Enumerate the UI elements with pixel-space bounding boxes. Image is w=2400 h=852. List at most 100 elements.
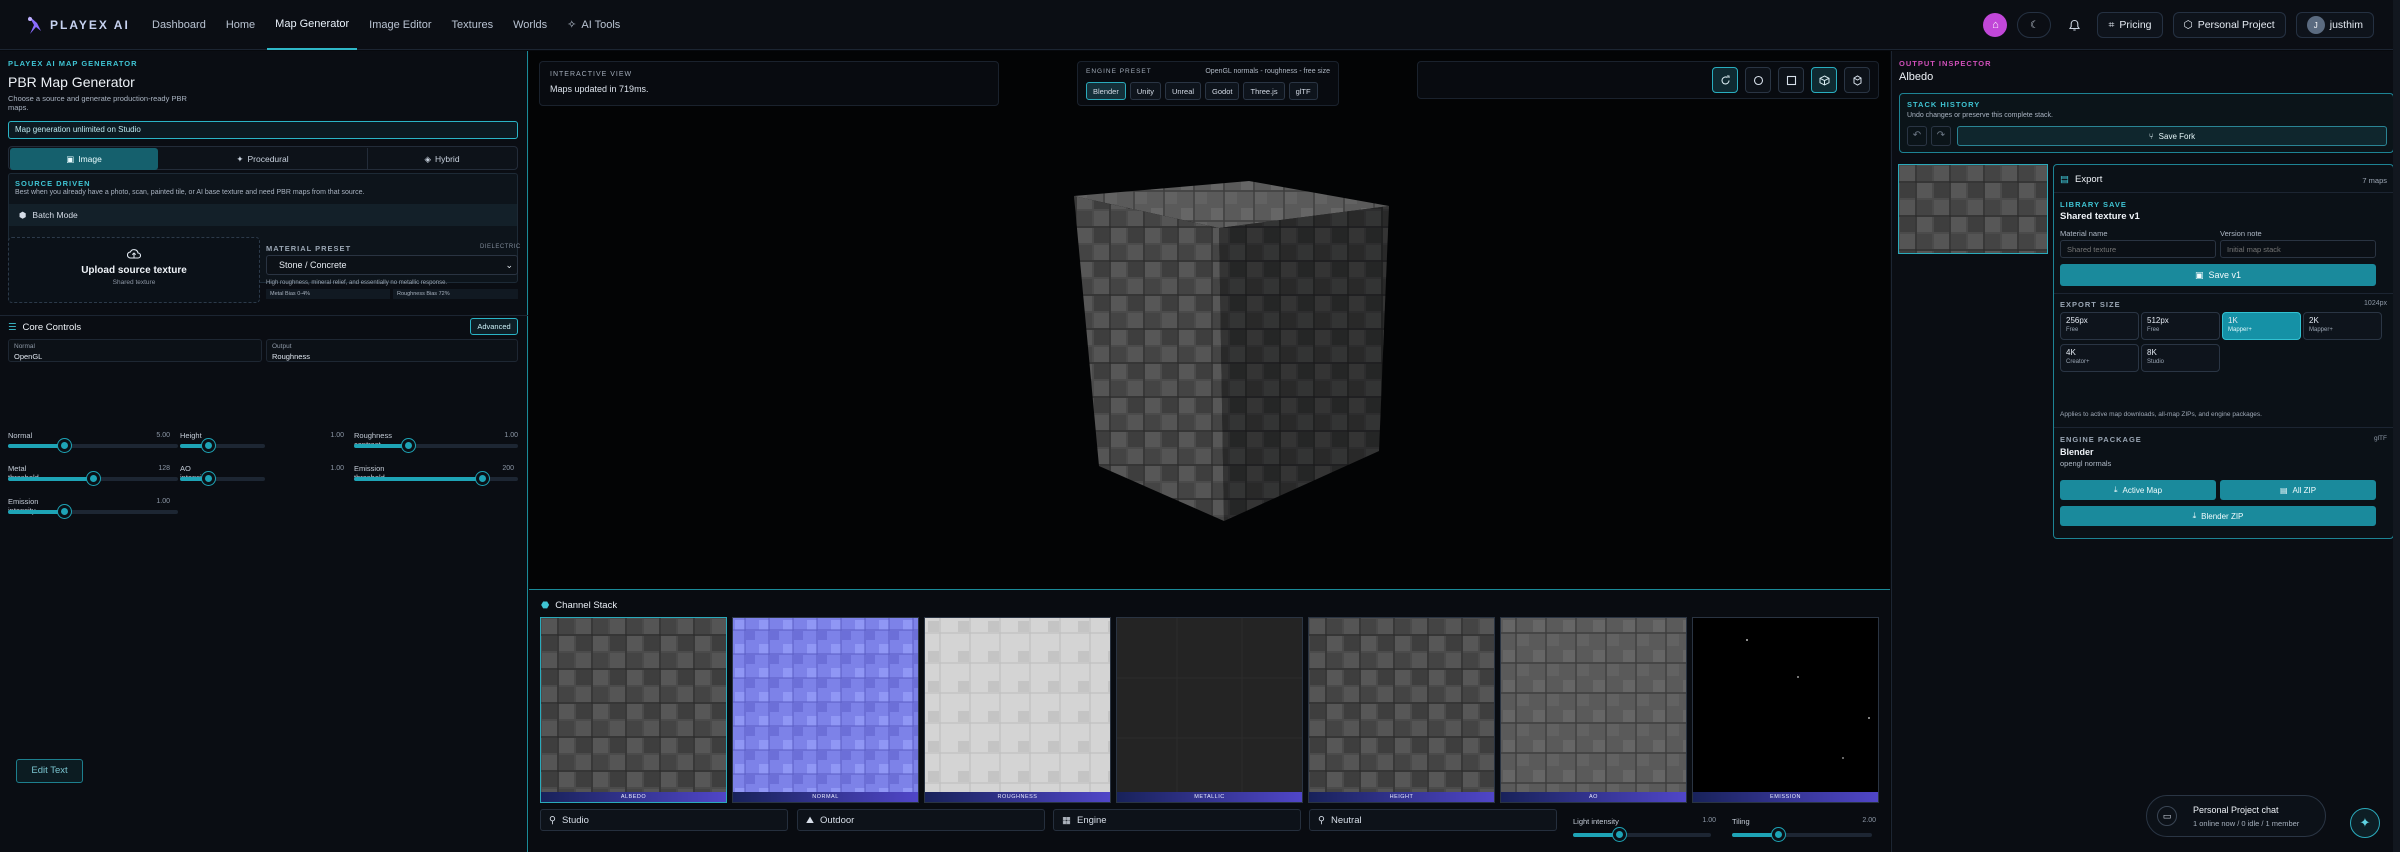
export-size-1k[interactable]: 1K Mapper+ (2222, 312, 2301, 340)
batch-mode-toggle[interactable]: ⬢ Batch Mode (9, 204, 517, 226)
tab-hybrid[interactable]: ◈ Hybrid (368, 148, 516, 170)
tab-procedural[interactable]: ✦ Procedural (158, 148, 368, 170)
nav-dashboard[interactable]: Dashboard (144, 0, 214, 50)
active-map-download-button[interactable]: ⤓ Active Map (2060, 480, 2216, 500)
preset-select[interactable]: Stone / Concrete ⌄ (266, 255, 518, 275)
active-map-thumbnail[interactable] (1898, 164, 2048, 254)
slider-handle[interactable] (202, 439, 216, 452)
cube-preview-icon[interactable] (1811, 67, 1837, 93)
engine-threejs[interactable]: Three.js (1243, 82, 1285, 100)
channel-albedo[interactable]: ALBEDO (540, 617, 727, 803)
slider-handle[interactable] (58, 439, 72, 452)
export-heading: ▤ Export (2060, 174, 2102, 185)
channel-ao[interactable]: AO (1500, 617, 1687, 803)
tiling-slider[interactable] (1732, 828, 1872, 841)
engine-godot[interactable]: Godot (1205, 82, 1240, 100)
blender-zip-button[interactable]: ⤓ Blender ZIP (2060, 506, 2376, 526)
channel-metallic[interactable]: METALLIC (1116, 617, 1303, 803)
export-size-2k[interactable]: 2K Mapper+ (2303, 312, 2382, 340)
light-intensity-slider[interactable] (1573, 828, 1711, 841)
nav-map-generator[interactable]: Map Generator (267, 0, 358, 50)
channel-normal-label: NORMAL (733, 792, 918, 802)
channel-height[interactable]: HEIGHT (1308, 617, 1495, 803)
engine-blender[interactable]: Blender (1086, 82, 1126, 100)
assistant-sparkle-icon[interactable]: ✦ (2350, 808, 2380, 838)
export-size-4k[interactable]: 4K Creator+ (2060, 344, 2139, 372)
channel-roughness[interactable]: ROUGHNESS (924, 617, 1111, 803)
slider-handle[interactable] (402, 439, 416, 452)
reset-view-icon[interactable] (1712, 67, 1738, 93)
slider-handle[interactable] (1613, 828, 1626, 841)
control-slider[interactable] (8, 439, 178, 452)
tiling-value: 2.00 (1862, 817, 1876, 824)
tab-image[interactable]: ▣ Image (10, 148, 158, 170)
metal-bias: Metal Bias 0-4% (266, 289, 390, 299)
undo-icon[interactable]: ↶ (1907, 126, 1927, 146)
control-slider[interactable] (180, 439, 265, 452)
left-kicker: PLAYEX AI MAP GENERATOR (8, 59, 138, 68)
sparkle-icon: ✧ (567, 19, 577, 31)
advanced-button[interactable]: Advanced (470, 318, 518, 335)
chat-bubble-icon: ▭ (2157, 806, 2177, 826)
control-slider[interactable] (354, 439, 518, 452)
slider-handle[interactable] (475, 472, 489, 485)
page-scrollbar[interactable] (2393, 0, 2400, 852)
nav-ai-tools[interactable]: ✧ AI Tools (559, 0, 628, 50)
nav-image-editor[interactable]: Image Editor (361, 0, 439, 50)
viewport[interactable]: INTERACTIVE VIEW Maps updated in 719ms. … (529, 51, 1890, 589)
pricing-button[interactable]: ⌗ Pricing (2097, 12, 2163, 38)
sphere-preview-icon[interactable] (1745, 67, 1771, 93)
viewport-tools (1712, 67, 1870, 93)
redo-icon[interactable]: ↷ (1931, 126, 1951, 146)
save-version-button[interactable]: ▣ Save v1 (2060, 264, 2376, 286)
brand[interactable]: PLAYEX AI (26, 15, 130, 35)
env-studio-button[interactable]: ⚲ Studio (540, 809, 788, 831)
workspace-avatar[interactable]: ⌂ (1983, 13, 2008, 37)
env-neutral-button[interactable]: ⚲ Neutral (1309, 809, 1557, 831)
slider-handle[interactable] (87, 472, 100, 485)
export-size-512px[interactable]: 512px Free (2141, 312, 2220, 340)
output-select[interactable]: Output Roughness (266, 339, 518, 362)
nav-textures[interactable]: Textures (444, 0, 502, 50)
nav-home[interactable]: Home (218, 0, 263, 50)
normal-format-select[interactable]: Normal OpenGL (8, 339, 262, 362)
engine-unreal[interactable]: Unreal (1164, 82, 1202, 100)
channel-emission[interactable]: EMISSION (1692, 617, 1879, 803)
edit-text-button[interactable]: Edit Text (16, 759, 83, 783)
cylinder-preview-icon[interactable] (1844, 67, 1870, 93)
upload-dropzone[interactable]: Upload source texture Shared texture (8, 237, 260, 303)
control-slider[interactable] (8, 472, 178, 485)
metallic-thumbnail (1117, 618, 1302, 794)
slider-handle[interactable] (1772, 828, 1785, 841)
env-outdoor-button[interactable]: ⛰ Outdoor (797, 809, 1045, 831)
control-slider[interactable] (8, 505, 178, 518)
size-tier: Free (2147, 327, 2160, 333)
engine-gltf[interactable]: glTF (1288, 82, 1318, 100)
project-chat-widget[interactable]: ▭ Personal Project chat 1 online now / 0… (2146, 795, 2326, 837)
normal-thumbnail (733, 618, 918, 794)
slider-handle[interactable] (202, 472, 216, 485)
plane-preview-icon[interactable] (1778, 67, 1804, 93)
env-engine-button[interactable]: ▦ Engine (1053, 809, 1301, 831)
channel-normal[interactable]: NORMAL (732, 617, 919, 803)
control-value: 128 (158, 465, 170, 472)
theme-toggle-moon-icon[interactable]: ☾ (2017, 12, 2052, 38)
user-menu[interactable]: Jjusthim (2295, 12, 2374, 38)
nav-worlds[interactable]: Worlds (505, 0, 555, 50)
export-size-8k[interactable]: 8K Studio (2141, 344, 2220, 372)
slider-handle[interactable] (58, 505, 72, 518)
engine-unity[interactable]: Unity (1129, 82, 1161, 100)
project-switcher[interactable]: ⬡ Personal Project (2172, 12, 2286, 38)
preview-cube[interactable] (1059, 176, 1399, 526)
material-name-input[interactable] (2060, 240, 2216, 258)
save-fork-button[interactable]: ⑂ Save Fork (1957, 126, 2387, 146)
export-count: 7 maps (2362, 176, 2387, 185)
control-slider[interactable] (354, 472, 518, 485)
export-size-256px[interactable]: 256px Free (2060, 312, 2139, 340)
notifications-bell-icon[interactable] (2061, 12, 2087, 38)
channel-ao-label: AO (1501, 792, 1686, 802)
export-icon: ▤ (2060, 174, 2069, 185)
all-zip-button[interactable]: ▤ All ZIP (2220, 480, 2376, 500)
control-slider[interactable] (180, 472, 265, 485)
version-note-input[interactable] (2220, 240, 2376, 258)
